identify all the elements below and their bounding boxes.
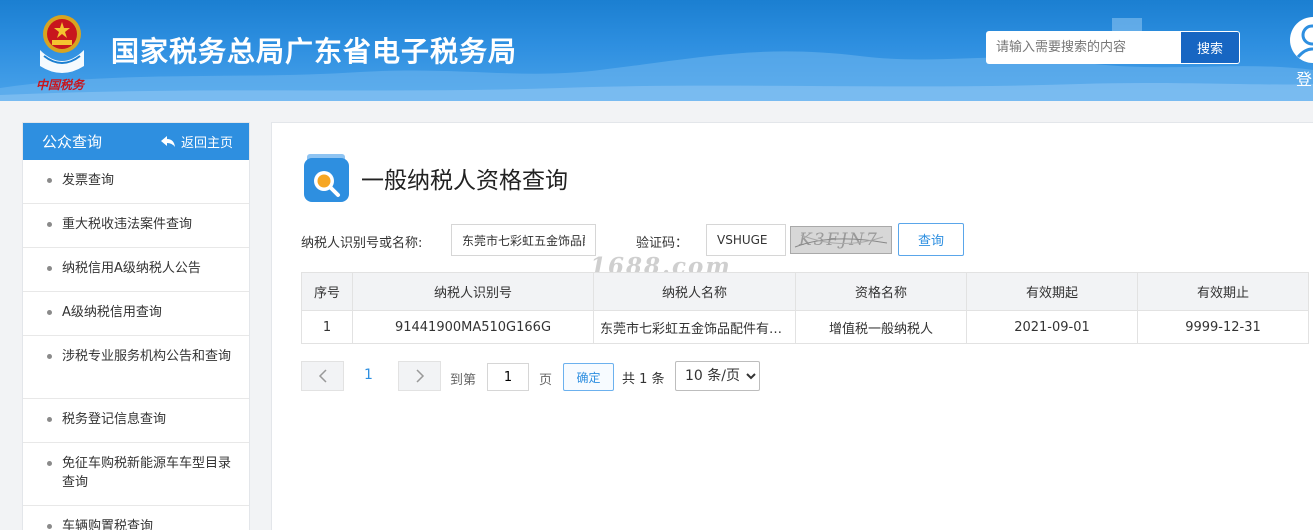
cell-valid-from: 2021-09-01: [966, 310, 1138, 344]
chevron-right-icon: [415, 369, 424, 383]
total-count: 共 1 条: [622, 372, 665, 387]
main-panel: 一般纳税人资格查询 纳税人识别号或名称: 验证码： K3FJN7 查询 1688…: [271, 122, 1313, 530]
captcha-image[interactable]: K3FJN7: [790, 226, 892, 254]
sidebar-item-a-level-announcement[interactable]: 纳税信用A级纳税人公告: [23, 248, 249, 292]
sidebar-item-vehicle-purchase-tax[interactable]: 车辆购置税查询: [23, 506, 249, 530]
page-size-select[interactable]: 10 条/页: [675, 361, 760, 391]
captcha-input[interactable]: [706, 224, 786, 256]
table-header-row: 序号 纳税人识别号 纳税人名称 资格名称 有效期起 有效期止: [301, 272, 1309, 311]
cell-valid-to: 9999-12-31: [1137, 310, 1309, 344]
site-header: 中国税务 国家税务总局广东省电子税务局 搜索 登: [0, 0, 1313, 101]
user-icon[interactable]: [1290, 17, 1313, 63]
sidebar-item-new-energy-vehicle[interactable]: 免征车购税新能源车车型目录查询: [23, 443, 249, 506]
column-header-index: 序号: [301, 272, 353, 311]
back-home-link[interactable]: 返回主页: [160, 132, 233, 151]
search-input[interactable]: [986, 31, 1182, 64]
cell-taxpayer-id: 91441900MA510G166G: [352, 310, 594, 344]
column-header-taxpayer-id: 纳税人识别号: [352, 272, 594, 311]
sidebar-item-tax-service-agency[interactable]: 涉税专业服务机构公告和查询: [23, 336, 249, 399]
cell-taxpayer-name: 东莞市七彩虹五金饰品配件有限公司: [593, 310, 796, 344]
login-link[interactable]: 登: [1296, 66, 1312, 90]
back-home-label: 返回主页: [180, 136, 233, 151]
site-title: 国家税务总局广东省电子税务局: [111, 35, 518, 68]
page-title: 一般纳税人资格查询: [361, 168, 568, 194]
sidebar-header: 公众查询 返回主页: [23, 123, 249, 160]
next-page-button[interactable]: [398, 361, 441, 391]
goto-page-input[interactable]: [487, 363, 529, 391]
search-query-icon: [304, 154, 349, 202]
sidebar-item-tax-registration[interactable]: 税务登记信息查询: [23, 399, 249, 443]
captcha-label: 验证码：: [636, 236, 689, 251]
column-header-qualification: 资格名称: [795, 272, 967, 311]
cell-qualification: 增值税一般纳税人: [795, 310, 967, 344]
sidebar-item-a-level-query[interactable]: A级纳税信用查询: [23, 292, 249, 336]
taxpayer-label: 纳税人识别号或名称:: [301, 236, 423, 251]
goto-confirm-button[interactable]: 确定: [563, 363, 614, 391]
taxpayer-input[interactable]: [451, 224, 596, 256]
captcha-noise: [794, 234, 888, 248]
page-number-current[interactable]: 1: [364, 367, 373, 383]
cell-index: 1: [301, 310, 353, 344]
search-button[interactable]: 搜索: [1181, 31, 1240, 64]
prev-page-button[interactable]: [301, 361, 344, 391]
column-header-taxpayer-name: 纳税人名称: [593, 272, 796, 311]
result-table: 序号 纳税人识别号 纳税人名称 资格名称 有效期起 有效期止 1 9144190…: [301, 272, 1309, 344]
sidebar-item-major-violation[interactable]: 重大税收违法案件查询: [23, 204, 249, 248]
column-header-valid-to: 有效期止: [1137, 272, 1309, 311]
query-button[interactable]: 查询: [898, 223, 964, 256]
chevron-left-icon: [318, 369, 327, 383]
emblem-caption: 中国税务: [36, 78, 85, 92]
back-arrow-icon: [160, 135, 175, 147]
sidebar: 公众查询 返回主页 发票查询 重大税收违法案件查询 纳税信用A级纳税人公告 A级…: [22, 122, 250, 530]
goto-label: 到第: [450, 373, 477, 388]
page-unit-label: 页: [539, 373, 553, 388]
sidebar-title: 公众查询: [42, 133, 103, 151]
sidebar-item-invoice-query[interactable]: 发票查询: [23, 160, 249, 204]
column-header-valid-from: 有效期起: [966, 272, 1138, 311]
table-row: 1 91441900MA510G166G 东莞市七彩虹五金饰品配件有限公司 增值…: [301, 310, 1309, 344]
